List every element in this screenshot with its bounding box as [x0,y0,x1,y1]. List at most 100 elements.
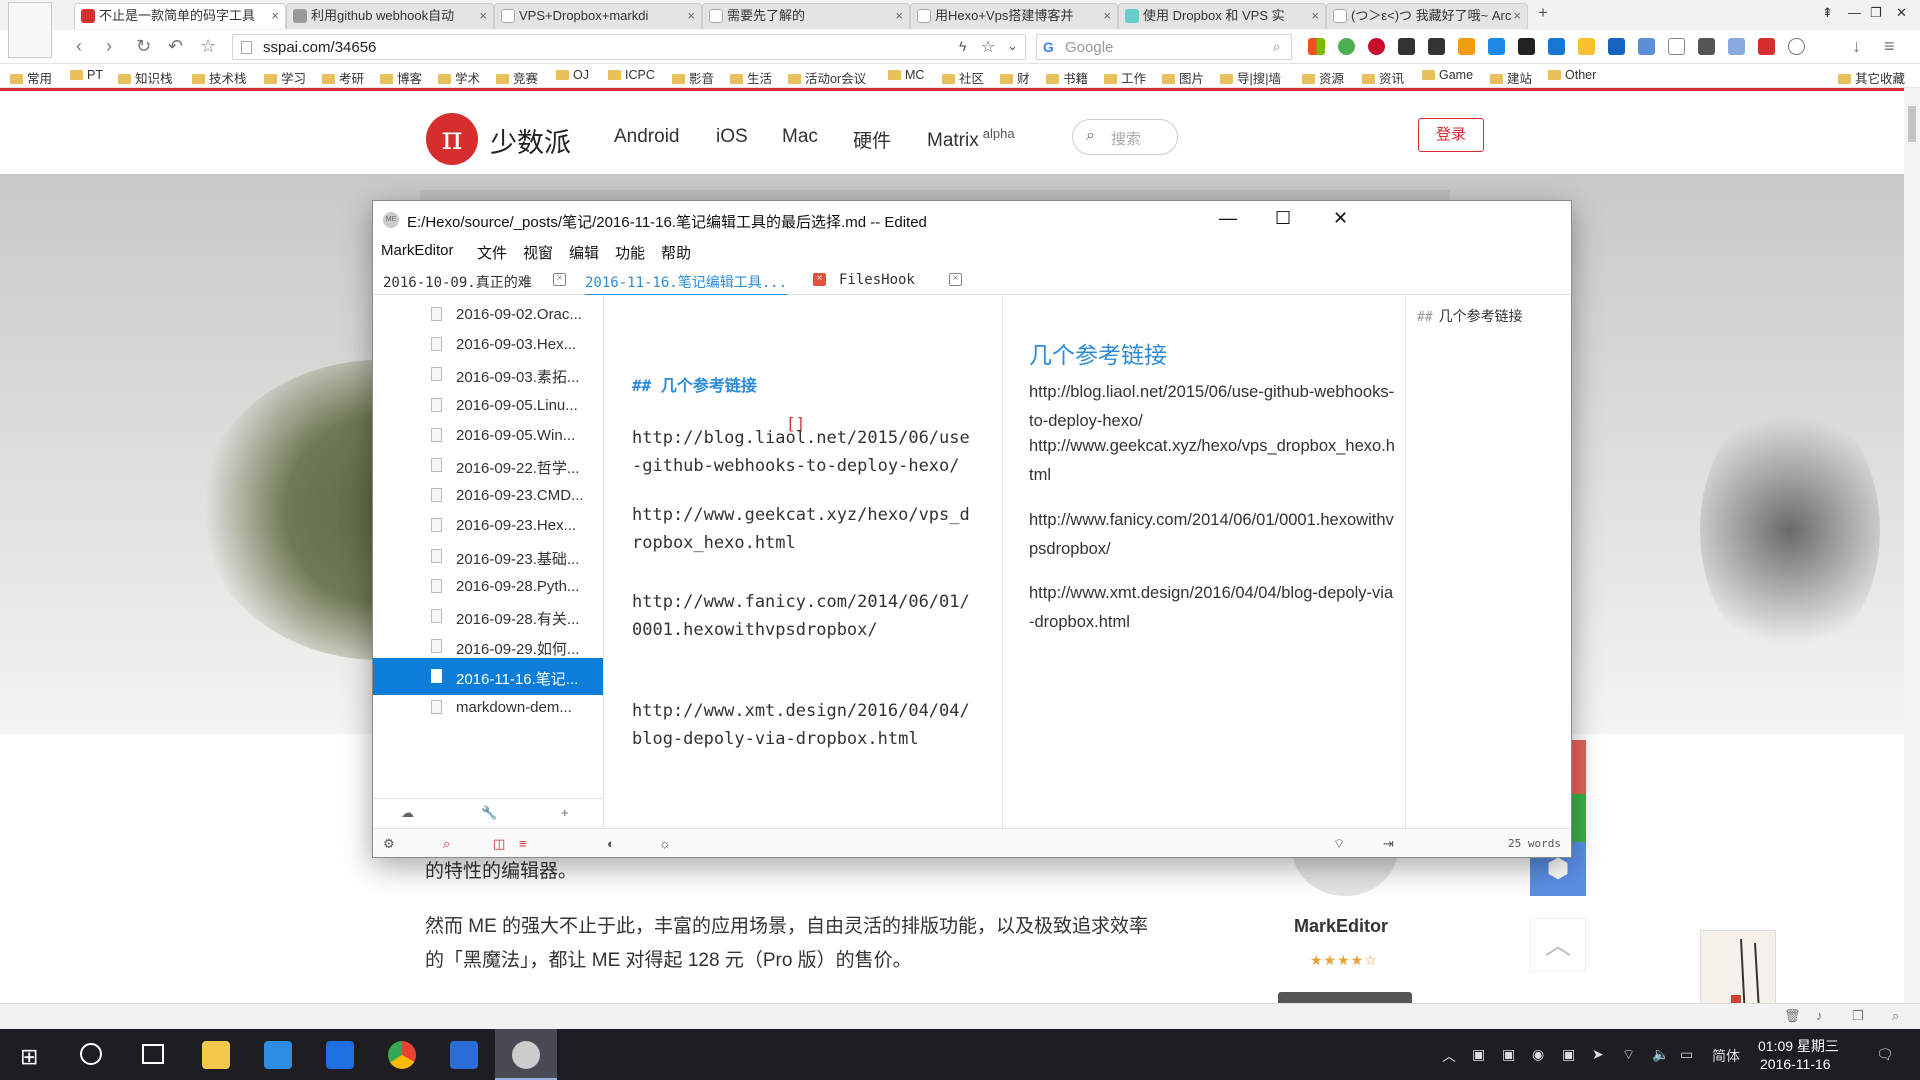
bookmark-folder[interactable]: 资讯 [1362,68,1404,87]
windows-start-icon[interactable]: ⊞ [20,1044,38,1070]
close-tab-icon[interactable]: × [813,273,826,286]
maximize-button[interactable]: ☐ [1275,208,1291,229]
evernote-extension-icon[interactable] [1398,38,1415,55]
markdown-source-pane[interactable]: ## 几个参考链接 [] http://blog.liaol.net/2015/… [605,296,1003,828]
clock-time[interactable]: 01:09 星期三 [1758,1036,1839,1056]
amazon-extension-icon[interactable] [1518,38,1535,55]
battery-icon[interactable]: ▭ [1680,1046,1693,1063]
menu-icon[interactable]: ≡ [1884,36,1895,57]
site-search-input[interactable]: ⌕ 搜索 [1072,119,1178,155]
close-icon[interactable]: × [1103,4,1111,28]
restore-icon[interactable]: ❐ [1870,5,1882,21]
window-icon[interactable]: ❐ [1852,1008,1864,1024]
bookmark-folder[interactable]: ICPC [608,68,655,82]
window-titlebar[interactable]: ME E:/Hexo/source/_posts/笔记/2016-11-16.笔… [373,201,1571,237]
browser-tab[interactable]: 利用github webhook自动 × [286,3,494,29]
file-explorer-icon[interactable] [202,1041,230,1069]
bookmark-folder[interactable]: 活动or会议 [788,68,866,87]
windows-extension-icon[interactable] [1308,38,1325,55]
markeditor-taskbar-icon[interactable] [512,1041,540,1069]
menu-file[interactable]: 文件 [477,242,507,263]
page-scrollbar-thumb[interactable] [1908,106,1916,142]
add-file-icon[interactable]: + [561,805,569,820]
extension-icon[interactable] [1728,38,1745,55]
source-link[interactable]: http://www.geekcat.xyz/hexo/vps_dropbox_… [632,501,972,557]
bookmark-folder[interactable]: Other [1548,68,1596,82]
favorite-star-icon[interactable]: ☆ [981,37,995,57]
bookmark-folder[interactable]: 资源 [1302,68,1344,87]
app-icon[interactable] [326,1041,354,1069]
close-icon[interactable]: ✕ [1896,5,1907,21]
bookmark-folder[interactable]: 常用 [10,68,52,87]
settings-gear-icon[interactable]: ⚙ [383,836,395,852]
nav-ios[interactable]: iOS [716,126,748,148]
bookmark-folder[interactable]: Game [1422,68,1473,82]
bookmark-folder[interactable]: 建站 [1490,68,1532,87]
browser-tab[interactable]: 使用 Dropbox 和 VPS 实 × [1118,3,1326,29]
bookmark-folder[interactable]: 博客 [380,68,422,87]
doc-tab-active[interactable]: 2016-11-16.笔记编辑工具... [585,272,788,295]
bookmark-folder[interactable]: 图片 [1162,68,1204,87]
close-icon[interactable]: × [1311,4,1319,28]
source-link[interactable]: http://www.fanicy.com/2014/06/01/0001.he… [632,588,972,644]
close-tab-icon[interactable]: × [949,273,962,286]
page-scrollbar[interactable] [1904,88,1920,1003]
login-button[interactable]: 登录 [1418,118,1484,152]
green-circle-extension-icon[interactable] [1338,38,1355,55]
wifi-icon[interactable]: ⌔ [1622,1046,1635,1064]
doc-tab[interactable]: 2016-10-09.真正的难 [383,272,532,292]
browser-tab[interactable]: (つ＞ε<)つ 我藏好了哦~ Arc × [1326,3,1528,29]
source-link[interactable]: http://blog.liaol.net/2015/06/use-github… [632,424,972,480]
forward-icon[interactable]: › [106,36,112,57]
search-engine-box[interactable]: G Google ⌕ [1036,34,1292,60]
close-icon[interactable]: × [271,4,279,28]
minimize-button[interactable]: — [1219,208,1237,229]
extension-icon[interactable] [1488,38,1505,55]
menu-edit[interactable]: 编辑 [569,242,599,263]
cortana-icon[interactable] [80,1043,102,1065]
preview-link[interactable]: http://www.xmt.design/2016/04/04/blog-de… [1029,579,1395,637]
tray-app-icon[interactable]: ➤ [1592,1046,1604,1063]
download-icon[interactable]: ↓ [1852,36,1861,57]
other-bookmarks-folder[interactable]: 其它收藏 [1838,68,1905,87]
browser-tab[interactable]: 用Hexo+Vps搭建博客并 × [910,3,1118,29]
bookmark-folder[interactable]: 书籍 [1046,68,1088,87]
tray-expand-icon[interactable]: ︿ [1442,1046,1456,1066]
close-button[interactable]: ✕ [1333,208,1348,229]
bookmark-folder[interactable]: 工作 [1104,68,1146,87]
file-list-item[interactable]: markdown-dem... [373,689,603,726]
undo-close-icon[interactable]: ↶ [168,36,183,57]
chrome-icon[interactable] [388,1041,416,1069]
search-icon[interactable]: ⌕ [1273,39,1280,55]
nav-android[interactable]: Android [614,126,680,148]
close-icon[interactable]: × [479,4,487,28]
extension-icon[interactable] [1608,38,1625,55]
theme-icon[interactable]: ◐ [607,836,615,851]
lightning-icon[interactable]: ϟ [959,38,966,54]
cloud-extension-icon[interactable] [1788,38,1805,55]
minimize-icon[interactable]: — [1848,5,1861,20]
list-view-icon[interactable]: ≡ [519,836,527,851]
task-view-icon[interactable] [142,1044,164,1064]
menu-view[interactable]: 视窗 [523,242,553,263]
ime-label[interactable]: 简体 [1712,1046,1740,1066]
dropdown-icon[interactable]: ⌄ [1007,38,1018,54]
menu-help[interactable]: 帮助 [661,242,691,263]
tray-app-icon[interactable]: ▣ [1562,1046,1575,1063]
nav-mac[interactable]: Mac [782,126,818,148]
bookmark-folder[interactable]: 竞赛 [496,68,538,87]
bookmark-folder[interactable]: 学术 [438,68,480,87]
bookmark-folder[interactable]: 考研 [322,68,364,87]
bookmark-folder[interactable]: PT [70,68,103,82]
bookmark-folder[interactable]: MC [888,68,924,82]
source-link[interactable]: http://www.xmt.design/2016/04/04/blog-de… [632,697,972,753]
app-card-name[interactable]: MarkEditor [1294,916,1388,937]
back-icon[interactable]: ‹ [76,36,82,57]
bookmark-folder[interactable]: 社区 [942,68,984,87]
menu-function[interactable]: 功能 [615,242,645,263]
nav-matrix[interactable]: Matrix alpha [927,126,1015,152]
cloud-sync-icon[interactable]: ☁ [401,805,414,821]
bookmark-folder[interactable]: 生活 [730,68,772,87]
bookmark-folder[interactable]: 技术栈 [192,68,247,87]
light-icon[interactable]: ☼ [659,836,671,851]
